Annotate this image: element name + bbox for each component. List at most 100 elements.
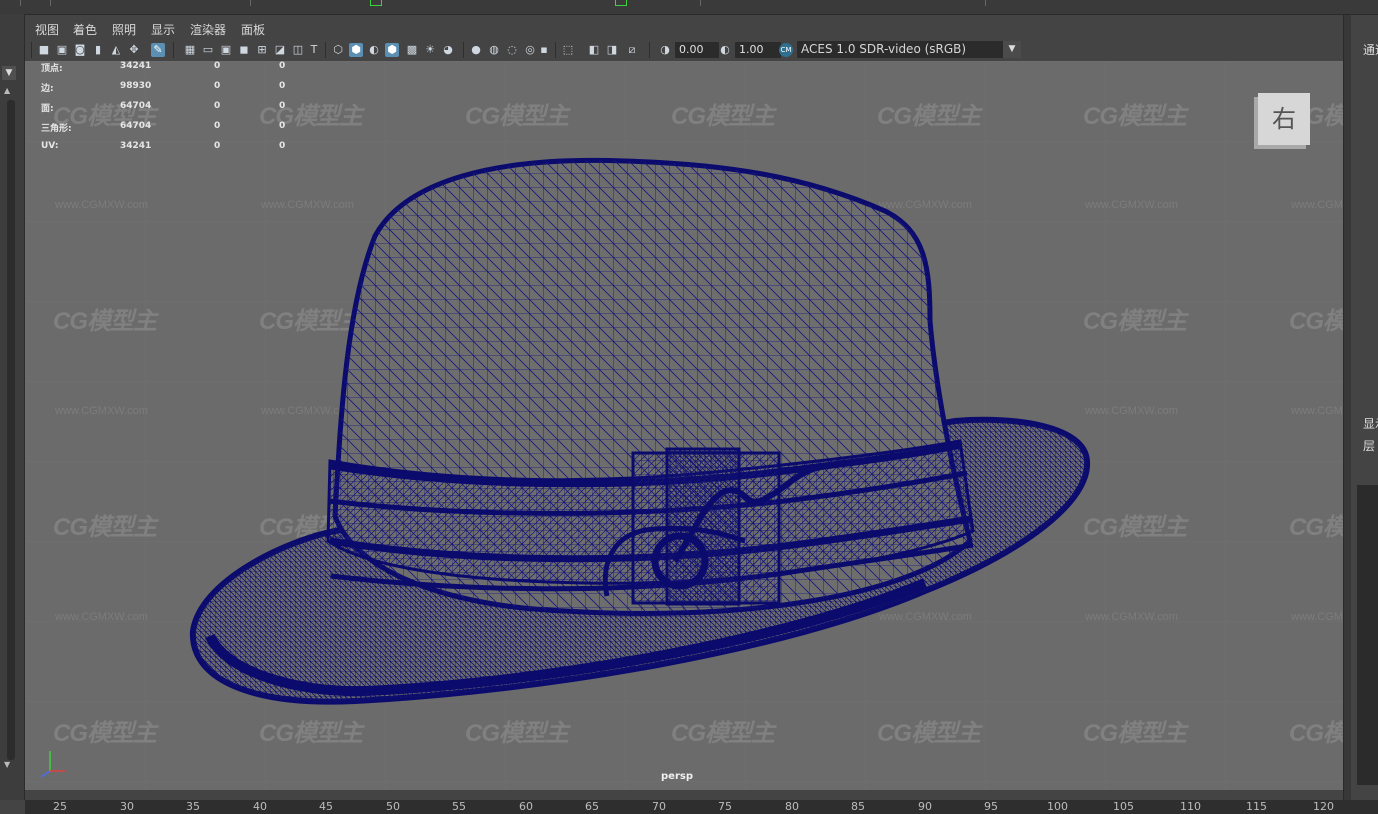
safe-title-icon[interactable]: ◫ xyxy=(291,43,305,57)
hud-label: UV: xyxy=(41,141,59,151)
menu-show[interactable]: 显示 xyxy=(151,21,175,38)
frame-number: 105 xyxy=(1113,800,1134,813)
hud-text-icon[interactable]: T xyxy=(307,43,321,57)
hud-value: 64704 xyxy=(120,121,152,131)
frame-number: 35 xyxy=(186,800,200,813)
panel-toolbar: ■ ▣ ◙ ▮ ◭ ✥ ✎ ▦ ▭ ▣ ◼ ⊞ ◪ ◫ T ⬡ ⬢ ◐ ⬢ ▩ … xyxy=(25,39,1343,61)
grid-icon[interactable]: ▦ xyxy=(183,43,197,57)
top-strip xyxy=(0,0,1378,15)
frame-number: 50 xyxy=(386,800,400,813)
bookmark-icon[interactable]: ▮ xyxy=(91,43,105,57)
menu-panels[interactable]: 面板 xyxy=(241,21,265,38)
wireframe-icon[interactable]: ⬡ xyxy=(331,43,345,57)
hud-value: 0 xyxy=(279,141,286,151)
exposure-icon[interactable]: ◑ xyxy=(658,43,672,57)
smooth-shade-icon[interactable]: ⬢ xyxy=(349,43,363,57)
hud-value: 0 xyxy=(214,101,221,111)
left-scrollbar[interactable]: ▼ ▲ ▼ xyxy=(0,14,25,800)
camera-label: persp xyxy=(661,771,693,782)
film-gate-icon[interactable]: ▭ xyxy=(201,43,215,57)
isolate-select-icon[interactable]: ▪ xyxy=(537,43,551,57)
scroll-down-icon[interactable]: ▼ xyxy=(4,760,10,769)
hud-value: 34241 xyxy=(120,61,152,71)
color-space-select[interactable]: ACES 1.0 SDR-video (sRGB) ▼ xyxy=(797,41,1021,58)
field-chart-icon[interactable]: ⊞ xyxy=(255,43,269,57)
scroll-up-icon[interactable]: ▲ xyxy=(4,86,10,95)
tab-channels[interactable]: 通道 xyxy=(1363,41,1378,58)
anti-aliasing-icon[interactable]: ◌ xyxy=(505,43,519,57)
frame-number: 60 xyxy=(519,800,533,813)
exposure-field[interactable]: 0.00 xyxy=(675,42,719,58)
hud-label: 面: xyxy=(41,104,54,114)
gamma-icon[interactable]: ◐ xyxy=(718,43,732,57)
hud-value: 0 xyxy=(214,61,221,71)
menu-renderer[interactable]: 渲染器 xyxy=(190,21,226,38)
hud-value: 0 xyxy=(279,101,286,111)
default-material-icon[interactable]: ◐ xyxy=(367,43,381,57)
camera-icon[interactable]: ■ xyxy=(37,43,51,57)
frame-number: 25 xyxy=(53,800,67,813)
camera-attributes-icon[interactable]: ◙ xyxy=(73,43,87,57)
view-cube[interactable]: 右 xyxy=(1258,93,1310,145)
frame-number: 40 xyxy=(253,800,267,813)
resolution-gate-icon[interactable]: ▣ xyxy=(219,43,233,57)
layer-list[interactable] xyxy=(1357,485,1378,785)
depth-of-field-icon[interactable]: ◎ xyxy=(523,43,537,57)
use-all-lights-icon[interactable]: ☀ xyxy=(423,43,437,57)
2d-pan-zoom-icon[interactable]: ✥ xyxy=(127,43,141,57)
shadows-icon[interactable]: ◕ xyxy=(441,43,455,57)
hud-value: 0 xyxy=(214,121,221,131)
menu-shading[interactable]: 着色 xyxy=(73,21,97,38)
image-plane-icon[interactable]: ◭ xyxy=(109,43,123,57)
textured-icon[interactable]: ▩ xyxy=(405,43,419,57)
xray-icon[interactable]: ⬚ xyxy=(561,43,575,57)
lock-camera-icon[interactable]: ▣ xyxy=(55,43,69,57)
frame-number: 95 xyxy=(984,800,998,813)
scroll-track[interactable] xyxy=(7,100,15,760)
chevron-down-icon[interactable]: ▼ xyxy=(1003,41,1021,58)
xray-active-icon[interactable]: ◨ xyxy=(605,43,619,57)
color-space-value: ACES 1.0 SDR-video (sRGB) xyxy=(801,42,967,56)
hud-label: 三角形: xyxy=(41,124,72,134)
backface-culling-icon[interactable]: ⧄ xyxy=(625,43,639,57)
channel-box-panel: 通道 显示 层 xyxy=(1351,15,1378,800)
axis-gizmo-icon xyxy=(40,751,65,778)
hud-value: 0 xyxy=(214,141,221,151)
frame-number: 30 xyxy=(120,800,134,813)
frame-number: 100 xyxy=(1047,800,1068,813)
frame-number: 110 xyxy=(1180,800,1201,813)
hat-wireframe-mesh[interactable] xyxy=(25,61,1343,790)
frame-number: 80 xyxy=(785,800,799,813)
frame-number: 85 xyxy=(851,800,865,813)
frame-number: 75 xyxy=(718,800,732,813)
menu-lighting[interactable]: 照明 xyxy=(112,21,136,38)
hud-value: 34241 xyxy=(120,141,152,151)
3d-viewport[interactable]: CG模型主 CG模型主 CG模型主 CG模型主 CG模型主 CG模型主 CG模型… xyxy=(25,61,1343,790)
wireframe-on-shaded-icon[interactable]: ⬢ xyxy=(385,43,399,57)
hud-value: 0 xyxy=(214,81,221,91)
panel-menubar: 视图 着色 照明 显示 渲染器 面板 xyxy=(25,15,1343,39)
safe-action-icon[interactable]: ◪ xyxy=(273,43,287,57)
frame-number: 45 xyxy=(319,800,333,813)
tab-layers[interactable]: 层 xyxy=(1363,437,1375,454)
frame-number: 90 xyxy=(918,800,932,813)
frame-number: 120 xyxy=(1313,800,1334,813)
color-management-icon[interactable]: CM xyxy=(779,43,793,57)
hud-value: 0 xyxy=(279,61,286,71)
menu-view[interactable]: 视图 xyxy=(35,21,59,38)
collapse-arrow-icon[interactable]: ▼ xyxy=(2,66,16,80)
xray-joints-icon[interactable]: ◧ xyxy=(587,43,601,57)
tab-display[interactable]: 显示 xyxy=(1363,415,1378,432)
hud-value: 0 xyxy=(279,121,286,131)
motion-blur-icon[interactable]: ◍ xyxy=(487,43,501,57)
time-slider[interactable]: 25 30 35 40 45 50 55 60 65 70 75 80 85 9… xyxy=(25,800,1378,814)
frame-number: 55 xyxy=(452,800,466,813)
hud-value: 98930 xyxy=(120,81,152,91)
hud-value: 64704 xyxy=(120,101,152,111)
screen-space-ao-icon[interactable]: ● xyxy=(469,43,483,57)
grease-pencil-icon[interactable]: ✎ xyxy=(151,43,165,57)
gate-mask-icon[interactable]: ◼ xyxy=(237,43,251,57)
hud-label: 边: xyxy=(41,84,54,94)
frame-number: 65 xyxy=(585,800,599,813)
gamma-field[interactable]: 1.00 xyxy=(735,42,781,58)
